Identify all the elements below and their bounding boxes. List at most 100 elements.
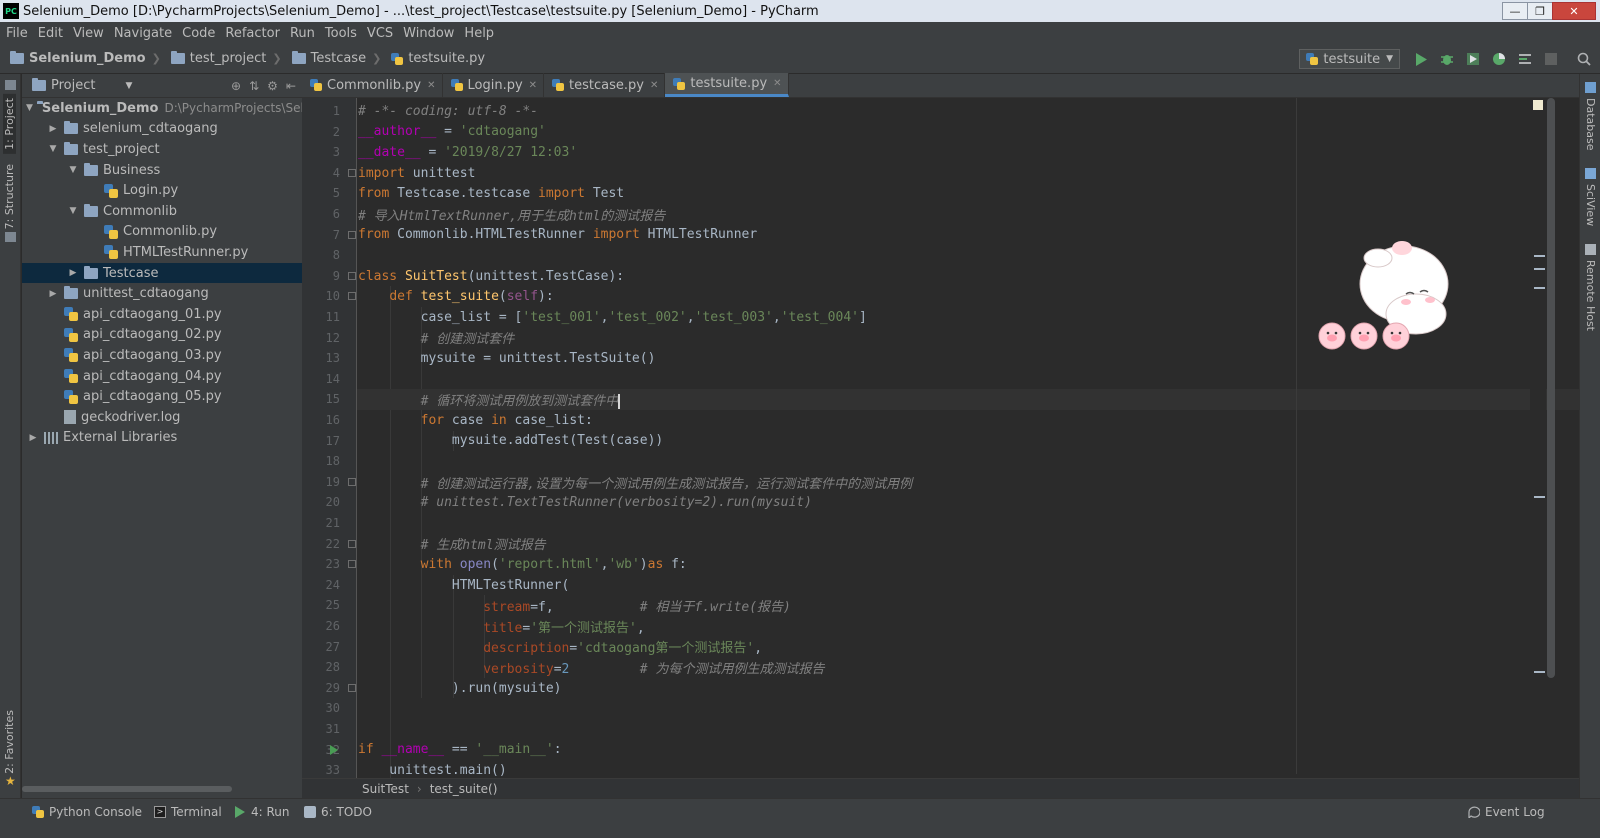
- fold-marker-icon[interactable]: [348, 560, 356, 569]
- tree-item[interactable]: ▶HTMLTestRunner.py: [22, 242, 302, 263]
- stop-icon[interactable]: [1543, 51, 1559, 67]
- tool-button-terminal[interactable]: > Terminal: [154, 803, 222, 821]
- menu-file[interactable]: File: [6, 26, 28, 41]
- code-line[interactable]: # 创建测试运行器,设置为每一个测试用例生成测试报告，运行测试套件中的测试用例: [357, 472, 1579, 493]
- menu-navigate[interactable]: Navigate: [114, 26, 172, 41]
- code-line[interactable]: mysuite.addTest(Test(case)): [357, 431, 1579, 452]
- collapsed-arrow-icon[interactable]: ▶: [46, 124, 60, 134]
- concurrency-diagram-icon[interactable]: [1517, 51, 1533, 67]
- tree-item[interactable]: ▶api_cdtaogang_03.py: [22, 345, 302, 366]
- code-line[interactable]: with open('report.html','wb')as f:: [357, 554, 1579, 575]
- chevron-down-icon[interactable]: ▼: [125, 81, 132, 91]
- tree-item[interactable]: ▼ Commonlib: [22, 201, 302, 222]
- nav-crumb-testcase[interactable]: Testcase ❯: [291, 51, 381, 66]
- close-tab-icon[interactable]: ✕: [773, 78, 781, 89]
- run-with-coverage-icon[interactable]: [1465, 51, 1481, 67]
- tree-item[interactable]: ▼ Business: [22, 160, 302, 181]
- code-line[interactable]: import unittest: [357, 163, 1579, 184]
- nav-crumb-file[interactable]: testsuite.py: [391, 51, 485, 66]
- code-line[interactable]: [357, 369, 1579, 390]
- menu-edit[interactable]: Edit: [38, 26, 63, 41]
- code-line[interactable]: __date__ = '2019/8/27 12:03': [357, 142, 1579, 163]
- profile-icon[interactable]: [1491, 51, 1507, 67]
- error-stripe-mark[interactable]: [1534, 496, 1545, 498]
- hide-icon[interactable]: ⇤: [286, 79, 296, 93]
- collapsed-arrow-icon[interactable]: ▶: [26, 433, 40, 443]
- tool-tab-structure[interactable]: 7: Structure: [3, 164, 16, 229]
- error-stripe-mark[interactable]: [1534, 287, 1545, 289]
- tree-item[interactable]: ▶geckodriver.log: [22, 407, 302, 428]
- nav-crumb-project[interactable]: Selenium_Demo ❯: [10, 51, 161, 66]
- tool-tab-favorites[interactable]: 2: Favorites: [3, 710, 16, 774]
- minimize-icon[interactable]: —: [1502, 2, 1528, 20]
- code-line[interactable]: title='第一个测试报告',: [357, 616, 1579, 637]
- close-tab-icon[interactable]: ✕: [650, 80, 658, 91]
- code-line[interactable]: # unittest.TextTestRunner(verbosity=2).r…: [357, 492, 1579, 513]
- error-stripe-mark[interactable]: [1534, 671, 1545, 673]
- tree-item[interactable]: ▶Commonlib.py: [22, 222, 302, 243]
- menu-vcs[interactable]: VCS: [367, 26, 393, 41]
- tool-button-python-console[interactable]: Python Console: [32, 803, 142, 821]
- restore-icon[interactable]: ❐: [1527, 2, 1553, 20]
- error-stripe-mark[interactable]: [1534, 255, 1545, 257]
- code-line[interactable]: [357, 698, 1579, 719]
- breadcrumb-method[interactable]: test_suite(): [430, 782, 498, 796]
- fold-marker-icon[interactable]: [348, 539, 356, 548]
- tree-item[interactable]: ▶api_cdtaogang_05.py: [22, 386, 302, 407]
- collapsed-arrow-icon[interactable]: ▶: [46, 289, 60, 299]
- code-line[interactable]: # 导入HtmlTextRunner,用于生成html的测试报告: [357, 204, 1579, 225]
- tool-tab-remote-host[interactable]: Remote Host: [1584, 260, 1597, 331]
- editor-tab-testcase[interactable]: testcase.py ✕: [544, 73, 666, 97]
- menu-tools[interactable]: Tools: [325, 26, 357, 41]
- tree-item[interactable]: ▶ selenium_cdtaogang: [22, 119, 302, 140]
- menu-code[interactable]: Code: [182, 26, 215, 41]
- menu-help[interactable]: Help: [464, 26, 494, 41]
- collapse-icon[interactable]: ⇅: [249, 79, 259, 93]
- expanded-arrow-icon[interactable]: ▼: [66, 165, 80, 175]
- nav-crumb-test-project[interactable]: test_project ❯: [170, 51, 282, 66]
- code-line[interactable]: from Testcase.testcase import Test: [357, 183, 1579, 204]
- code-line[interactable]: ).run(mysuite): [357, 678, 1579, 699]
- menu-view[interactable]: View: [73, 26, 104, 41]
- menu-run[interactable]: Run: [290, 26, 315, 41]
- tree-item[interactable]: ▶ unittest_cdtaogang: [22, 283, 302, 304]
- code-line[interactable]: [357, 513, 1579, 534]
- run-gutter-icon[interactable]: [330, 744, 338, 755]
- run-icon[interactable]: [1413, 51, 1429, 67]
- code-line[interactable]: verbosity=2 # 为每个测试用例生成测试报告: [357, 657, 1579, 678]
- editor-tab-testsuite[interactable]: testsuite.py ✕: [665, 73, 789, 97]
- tree-item[interactable]: ▶Login.py: [22, 180, 302, 201]
- target-icon[interactable]: ⊕: [231, 79, 241, 93]
- editor-gutter[interactable]: 1 2 3 4 5 6 7 8 9 10 11 12 13 14 15 16 17 18 19 20 21 22 23 24 2…: [302, 98, 357, 778]
- menu-window[interactable]: Window: [403, 26, 454, 41]
- expanded-arrow-icon[interactable]: ▼: [66, 206, 80, 216]
- inspection-status-icon[interactable]: [1533, 100, 1543, 110]
- expanded-arrow-icon[interactable]: ▼: [46, 144, 60, 154]
- close-tab-icon[interactable]: ✕: [529, 80, 537, 91]
- tree-item[interactable]: ▶api_cdtaogang_04.py: [22, 366, 302, 387]
- menu-refactor[interactable]: Refactor: [225, 26, 280, 41]
- horizontal-scrollbar[interactable]: [22, 786, 232, 792]
- tool-button-run[interactable]: 4: Run: [234, 803, 290, 821]
- code-editor[interactable]: # -*- coding: utf-8 -*- __author__ = 'cdt…: [357, 98, 1579, 781]
- code-line[interactable]: [357, 719, 1579, 740]
- tree-item[interactable]: ▼ Selenium_Demo D:\PycharmProjects\Sel: [22, 98, 302, 119]
- code-line[interactable]: # 循环将测试用例放到测试套件中: [357, 389, 1579, 410]
- tree-item[interactable]: ▼ test_project: [22, 139, 302, 160]
- code-line[interactable]: HTMLTestRunner(: [357, 575, 1579, 596]
- project-view-selector[interactable]: Project: [51, 78, 95, 93]
- error-stripe[interactable]: [1530, 98, 1546, 774]
- expanded-arrow-icon[interactable]: ▼: [26, 103, 33, 113]
- error-stripe-mark[interactable]: [1534, 268, 1545, 270]
- code-line[interactable]: stream=f, # 相当于f.write(报告): [357, 595, 1579, 616]
- tree-item[interactable]: ▶ Testcase: [22, 262, 302, 284]
- tree-item[interactable]: ▶api_cdtaogang_02.py: [22, 325, 302, 346]
- vertical-scrollbar[interactable]: [1547, 98, 1555, 678]
- run-config-select[interactable]: testsuite ▼: [1299, 49, 1400, 69]
- tree-item[interactable]: ▶ External Libraries: [22, 428, 302, 449]
- fold-marker-icon[interactable]: [348, 292, 356, 301]
- code-line[interactable]: __author__ = 'cdtaogang': [357, 122, 1579, 143]
- debug-icon[interactable]: [1439, 51, 1455, 67]
- code-line[interactable]: if __name__ == '__main__':: [357, 740, 1579, 761]
- tree-item[interactable]: ▶api_cdtaogang_01.py: [22, 304, 302, 325]
